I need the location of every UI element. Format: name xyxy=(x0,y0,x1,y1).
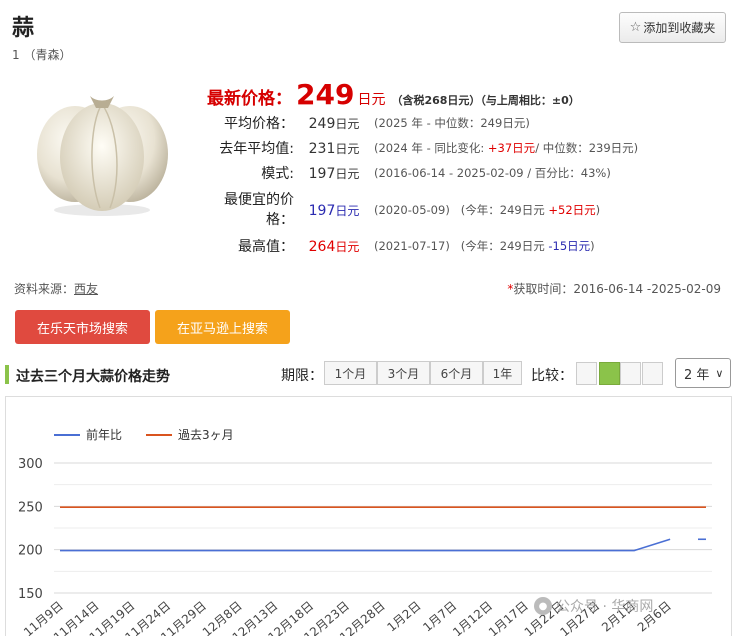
search-amazon-button[interactable]: 在亚马逊上搜索 xyxy=(155,310,290,344)
stat-label: 最高值： xyxy=(238,239,294,255)
x-tick-label: 1月2日 xyxy=(384,599,423,635)
stat-note: (2025 年 - 中位数：249日元) xyxy=(374,116,530,130)
stat-value: 197日元 xyxy=(308,202,360,219)
compare-toggle-3[interactable] xyxy=(620,362,641,385)
stat-cheapest: 最便宜的价 格： 197日元 (2020-05-09) (今年：249日元 +52… xyxy=(200,190,720,230)
watermark: ● 公众号 · 华商网 xyxy=(534,596,653,616)
search-rakuten-button[interactable]: 在乐天市场搜索 xyxy=(15,310,150,344)
series-line-last-year xyxy=(60,538,671,552)
y-tick-label: 150 xyxy=(18,587,43,602)
stat-mode: 模式: 197日元 (2016-06-14 - 2025-02-09 / 百分比… xyxy=(200,163,720,183)
stat-average: 平均价格： 249日元 (2025 年 - 中位数：249日元) xyxy=(200,113,720,133)
stat-label: 最便宜的价 格： xyxy=(224,192,294,228)
add-to-favorites-button[interactable]: ☆ 添加到收藏夹 xyxy=(619,12,726,43)
stat-value: 249日元 xyxy=(308,115,360,132)
stat-label: 模式: xyxy=(261,166,294,182)
stat-note: (2020-05-09) (今年：249日元 +52日元) xyxy=(374,203,601,217)
chevron-down-icon: ∨ xyxy=(715,366,724,380)
period-1-month-button[interactable]: 1个月 xyxy=(324,361,377,385)
range-select[interactable]: 2 年 ∨ xyxy=(675,358,731,388)
source-link[interactable]: 西友 xyxy=(74,282,98,296)
data-source: 资料来源：西友 xyxy=(14,282,99,296)
garlic-image xyxy=(37,96,168,216)
range-select-value: 2 年 xyxy=(684,367,710,383)
stat-label: 去年平均值: xyxy=(219,141,294,157)
compare-label: 比较： xyxy=(531,368,573,384)
y-tick-label: 300 xyxy=(18,457,43,472)
add-to-favorites-label: 添加到收藏夹 xyxy=(643,21,716,35)
compare-toggle-4[interactable] xyxy=(642,362,663,385)
period-6-month-button[interactable]: 6个月 xyxy=(430,361,483,385)
product-subtitle: 1 （青森） xyxy=(12,48,72,62)
legend-label: 過去3ヶ月 xyxy=(178,428,234,442)
product-title: 蒜 xyxy=(12,16,35,41)
compare-toggle-2[interactable] xyxy=(599,362,620,385)
stat-value: 197日元 xyxy=(308,165,360,182)
y-tick-label: 200 xyxy=(18,544,43,559)
period-1-year-button[interactable]: 1年 xyxy=(483,361,522,385)
latest-price: 最新价格： 249 日元 （含税268日元）（与上周相比：±0） xyxy=(207,78,580,111)
legend-label: 前年比 xyxy=(86,427,122,442)
section-accent-bar xyxy=(5,365,9,384)
latest-price-unit: 日元 xyxy=(357,92,386,108)
section-title: 过去三个月大蒜价格走势 xyxy=(16,369,170,385)
stat-value: 264日元 xyxy=(308,238,360,255)
period-label: 期限： xyxy=(281,368,323,384)
wechat-icon: ● xyxy=(534,597,552,615)
latest-price-extra: （含税268日元）（与上周相比：±0） xyxy=(391,94,580,107)
latest-price-label: 最新价格： xyxy=(207,89,292,109)
stat-note: (2024 年 - 同比变化: +37日元/ 中位数：239日元) xyxy=(374,141,639,155)
compare-toggle-1[interactable] xyxy=(576,362,597,385)
stat-last-year: 去年平均值: 231日元 (2024 年 - 同比变化: +37日元/ 中位数：… xyxy=(200,138,720,158)
y-tick-label: 250 xyxy=(18,500,43,515)
stat-note: (2021-07-17) (今年：249日元 -15日元) xyxy=(374,239,595,253)
stat-highest: 最高值： 264日元 (2021-07-17) (今年：249日元 -15日元) xyxy=(200,236,720,256)
stat-note: (2016-06-14 - 2025-02-09 / 百分比：43%) xyxy=(374,166,611,180)
latest-price-value: 249 xyxy=(296,78,355,111)
stat-value: 231日元 xyxy=(308,140,360,157)
fetch-time: *获取时间：2016-06-14 -2025-02-09 xyxy=(507,282,721,296)
period-3-month-button[interactable]: 3个月 xyxy=(377,361,430,385)
star-outline-icon: ☆ xyxy=(629,20,642,35)
stat-label: 平均价格： xyxy=(224,116,294,132)
